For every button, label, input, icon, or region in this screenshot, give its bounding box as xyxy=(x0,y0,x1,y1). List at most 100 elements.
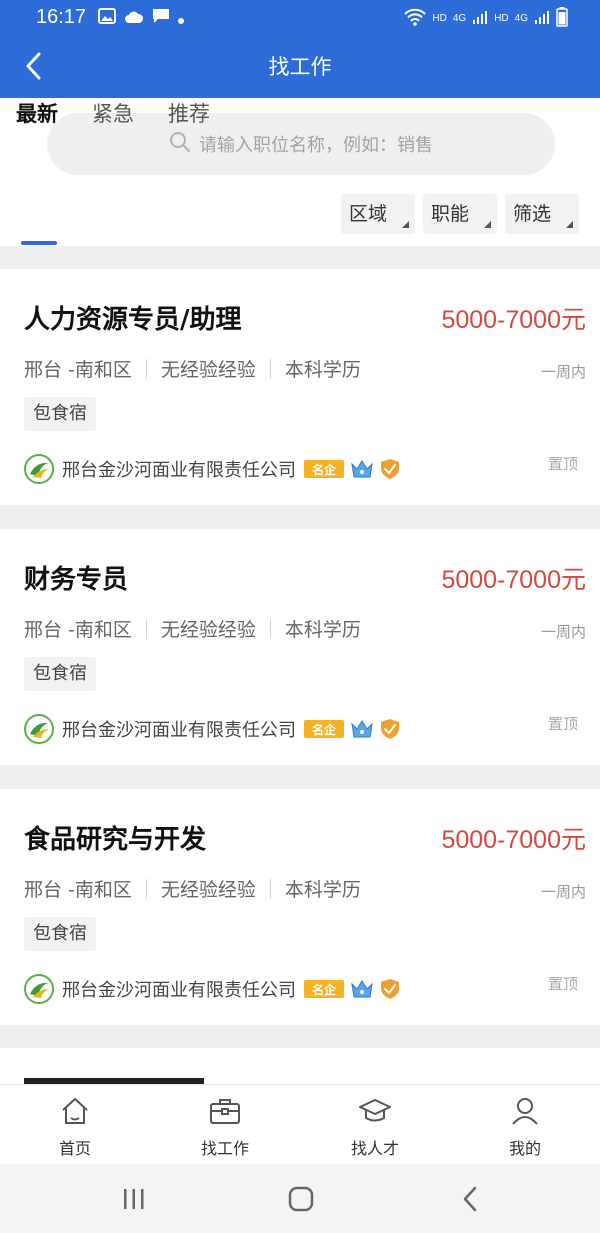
dropdown-triangle-icon xyxy=(484,221,491,228)
job-card[interactable]: 食品研究与开发 5000-7000元 邢台 -南和区 无经验经验 本科学历 一周… xyxy=(0,789,600,1025)
job-meta: 邢台 -南和区 无经验经验 本科学历 xyxy=(24,875,361,902)
app-header: 16:17 HD 4G HD 4G 找工作 xyxy=(0,0,600,98)
back-system-button[interactable] xyxy=(456,1184,484,1214)
filter-region[interactable]: 区域 xyxy=(341,194,415,234)
job-education: 本科学历 xyxy=(284,359,361,381)
company-name: 邢台金沙河面业有限责任公司 xyxy=(62,460,296,481)
dot-icon xyxy=(178,9,184,28)
tab-urgent[interactable]: 紧急 xyxy=(92,98,134,128)
company-name: 邢台金沙河面业有限责任公司 xyxy=(62,980,296,1001)
divider xyxy=(269,878,271,899)
bottom-tab-label: 我的 xyxy=(508,1139,541,1158)
verified-shield-icon xyxy=(380,978,400,1000)
famous-company-badge: 名企 xyxy=(304,460,344,478)
job-education: 本科学历 xyxy=(284,879,361,901)
job-location: 邢台 -南和区 xyxy=(24,879,132,901)
bottom-tab-label: 找工作 xyxy=(200,1139,249,1158)
job-experience: 无经验经验 xyxy=(160,619,256,641)
divider xyxy=(269,618,271,639)
home-icon xyxy=(60,1095,90,1127)
status-right-icons: HD 4G HD 4G xyxy=(404,6,568,30)
tab-recommended[interactable]: 推荐 xyxy=(168,98,210,128)
company-logo-icon xyxy=(24,454,54,484)
job-salary: 5000-7000元 xyxy=(441,826,586,854)
message-icon xyxy=(152,8,170,28)
job-title: 人力资源专员/助理 xyxy=(24,305,242,335)
crown-icon xyxy=(350,978,374,1000)
bottom-tab-label: 找人才 xyxy=(350,1139,399,1158)
hd-label-1: HD xyxy=(432,12,447,24)
badge-label: 名企 xyxy=(311,982,336,997)
filter-more-label: 筛选 xyxy=(513,203,552,225)
job-salary: 5000-7000元 xyxy=(441,566,586,594)
company-row[interactable]: 邢台金沙河面业有限责任公司 名企 xyxy=(24,973,406,1005)
hd-label-2: HD xyxy=(494,12,509,24)
job-meta: 邢台 -南和区 无经验经验 本科学历 xyxy=(24,355,361,382)
job-experience: 无经验经验 xyxy=(160,359,256,381)
filter-function[interactable]: 职能 xyxy=(423,194,497,234)
signal-icon xyxy=(472,9,488,28)
company-row[interactable]: 邢台金沙河面业有限责任公司 名企 xyxy=(24,713,406,745)
cloud-icon xyxy=(124,9,144,28)
recent-apps-button[interactable] xyxy=(118,1184,150,1214)
bottom-tab-me[interactable]: 我的 xyxy=(450,1085,600,1165)
job-posted-time: 一周内 xyxy=(540,883,586,901)
job-posted-time: 一周内 xyxy=(540,363,586,381)
job-title: 财务专员 xyxy=(24,565,129,595)
job-card-partial[interactable] xyxy=(0,1048,600,1088)
battery-icon xyxy=(556,6,568,30)
status-bar: 16:17 HD 4G HD 4G xyxy=(0,0,600,36)
crown-icon xyxy=(350,718,374,740)
job-meta: 邢台 -南和区 无经验经验 本科学历 xyxy=(24,615,361,642)
job-education: 本科学历 xyxy=(284,619,361,641)
bottom-tab-home[interactable]: 首页 xyxy=(0,1085,150,1165)
job-card[interactable]: 财务专员 5000-7000元 邢台 -南和区 无经验经验 本科学历 一周内 包… xyxy=(0,529,600,765)
bottom-tab-talent[interactable]: 找人才 xyxy=(300,1085,450,1165)
famous-company-badge: 名企 xyxy=(304,980,344,998)
person-icon xyxy=(510,1095,540,1127)
badge-label: 名企 xyxy=(311,462,336,477)
search-placeholder: 请输入职位名称，例如：销售 xyxy=(199,135,433,156)
page-title: 找工作 xyxy=(268,55,332,79)
famous-company-badge: 名企 xyxy=(304,720,344,738)
verified-shield-icon xyxy=(380,718,400,740)
wifi-icon xyxy=(404,8,427,29)
search-filter-area: 请输入职位名称，例如：销售 最新 紧急 推荐 区域 职能 筛选 xyxy=(0,98,600,246)
job-benefit-tag: 包食宿 xyxy=(24,397,96,431)
divider xyxy=(145,878,147,899)
job-location: 邢台 -南和区 xyxy=(24,359,132,381)
home-system-button[interactable] xyxy=(284,1184,318,1214)
dropdown-triangle-icon xyxy=(402,221,409,228)
back-chevron-icon xyxy=(463,1186,477,1212)
briefcase-icon xyxy=(209,1095,241,1127)
network-label-1: 4G xyxy=(452,12,467,24)
job-benefit-tag: 包食宿 xyxy=(24,917,96,951)
pinned-label: 置顶 xyxy=(547,975,578,993)
pinned-label: 置顶 xyxy=(547,715,578,733)
job-posted-time: 一周内 xyxy=(540,623,586,641)
status-left-icons xyxy=(98,8,184,28)
company-name: 邢台金沙河面业有限责任公司 xyxy=(62,720,296,741)
badge-label: 名企 xyxy=(311,722,336,737)
gallery-icon xyxy=(98,8,116,28)
signal-icon xyxy=(534,9,550,28)
job-card[interactable]: 人力资源专员/助理 5000-7000元 邢台 -南和区 无经验经验 本科学历 … xyxy=(0,269,600,505)
job-experience: 无经验经验 xyxy=(160,879,256,901)
system-nav-bar xyxy=(0,1164,600,1233)
divider xyxy=(269,358,271,379)
dropdown-triangle-icon xyxy=(566,221,573,228)
bottom-tab-jobs[interactable]: 找工作 xyxy=(150,1085,300,1165)
verified-shield-icon xyxy=(380,458,400,480)
filter-region-label: 区域 xyxy=(349,203,388,225)
company-row[interactable]: 邢台金沙河面业有限责任公司 名企 xyxy=(24,453,406,485)
recent-apps-icon xyxy=(124,1189,144,1209)
filter-more[interactable]: 筛选 xyxy=(505,194,579,234)
divider xyxy=(145,358,147,379)
job-location: 邢台 -南和区 xyxy=(24,619,132,641)
tab-latest[interactable]: 最新 xyxy=(16,98,58,128)
active-tab-indicator xyxy=(21,241,57,245)
bottom-tab-label: 首页 xyxy=(58,1139,91,1158)
divider xyxy=(145,618,147,639)
job-title: 食品研究与开发 xyxy=(24,825,207,855)
company-logo-icon xyxy=(24,974,54,1004)
